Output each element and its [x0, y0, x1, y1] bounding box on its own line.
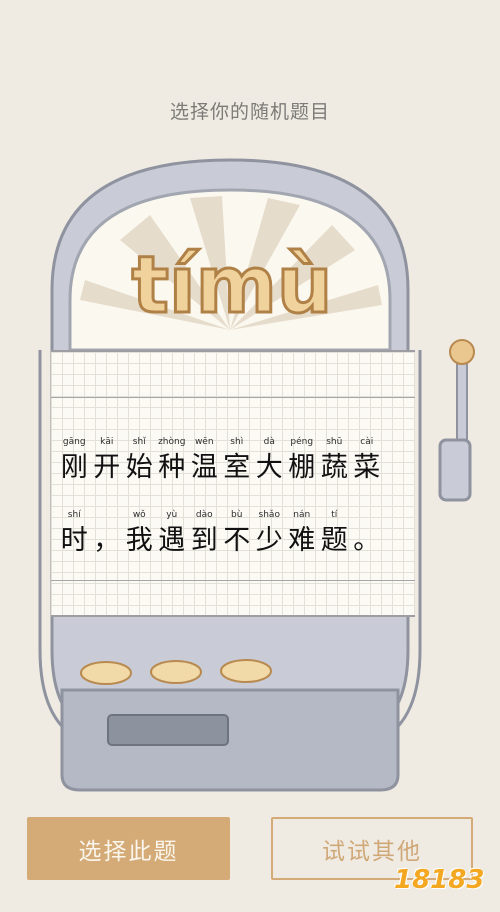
coin-tray: [107, 714, 229, 746]
choose-question-button[interactable]: 选择此题: [27, 817, 230, 880]
coin-3: [220, 659, 272, 683]
hanzi-cell: ，: [91, 510, 124, 558]
hanzi-cell: wēn 温: [188, 437, 221, 485]
hanzi-cell: péng 棚: [286, 437, 319, 485]
hanzi: 棚: [288, 452, 316, 483]
lever-knob: [449, 339, 475, 365]
pinyin: shì: [230, 437, 244, 447]
hanzi: 难: [288, 525, 316, 556]
pinyin: [91, 510, 124, 524]
pinyin: yù: [166, 510, 178, 520]
hanzi-cell: nán 难: [286, 510, 319, 558]
pinyin: wēn: [194, 437, 214, 447]
pinyin: péng: [290, 437, 314, 447]
watermark-logo: 18183: [394, 865, 485, 895]
pinyin: shǎo: [258, 510, 280, 520]
hanzi-cell: dào 到: [188, 510, 221, 558]
pinyin: kāi: [100, 437, 114, 447]
hanzi-cell: dà 大: [253, 437, 286, 485]
pinyin: shǐ: [132, 437, 146, 447]
hanzi: 遇: [158, 525, 186, 556]
hanzi-cell: 。: [351, 510, 384, 558]
hanzi: 大: [255, 452, 283, 483]
coin-1: [80, 661, 132, 685]
lever-mount: [438, 438, 472, 502]
hanzi: 我: [125, 525, 153, 556]
hanzi: 菜: [353, 452, 381, 483]
pinyin: bù: [231, 510, 243, 520]
hanzi-cell: tí 题: [318, 510, 351, 558]
hanzi: 蔬: [320, 452, 348, 483]
hanzi: 少: [255, 525, 283, 556]
machine-logo: tímù: [132, 241, 333, 331]
pinyin: zhòng: [158, 437, 186, 447]
hanzi-cell: shǐ 始: [123, 437, 156, 485]
hanzi: ，: [93, 525, 121, 556]
hanzi: 不: [223, 525, 251, 556]
hanzi-cell: bù 不: [221, 510, 254, 558]
hanzi-cell: kāi 开: [91, 437, 124, 485]
pinyin: shí: [67, 510, 81, 520]
hanzi: 温: [190, 452, 218, 483]
pinyin: cài: [360, 437, 374, 447]
hanzi: 到: [190, 525, 218, 556]
hanzi: 时: [60, 525, 88, 556]
hanzi: 刚: [60, 452, 88, 483]
pinyin: dà: [263, 437, 275, 447]
hanzi: 题: [320, 525, 348, 556]
pinyin: tí: [331, 510, 338, 520]
hanzi-cell: shū 蔬: [318, 437, 351, 485]
pinyin: gāng: [62, 437, 86, 447]
hanzi: 。: [353, 525, 381, 556]
pinyin: dào: [195, 510, 213, 520]
question-line-2: shí 时， wǒ 我 yù 遇 dào 到 bù 不 shǎo 少 nán 难 tí 题。: [58, 510, 383, 558]
hanzi: 室: [223, 452, 251, 483]
hanzi: 始: [125, 452, 153, 483]
hanzi-cell: yù 遇: [156, 510, 189, 558]
hanzi-cell: shì 室: [221, 437, 254, 485]
pinyin: wǒ: [132, 510, 146, 520]
pinyin: nán: [293, 510, 311, 520]
hanzi-cell: cài 菜: [351, 437, 384, 485]
hanzi: 开: [93, 452, 121, 483]
hanzi-cell: shǎo 少: [253, 510, 286, 558]
pinyin: shū: [326, 437, 343, 447]
hanzi-cell: zhòng 种: [156, 437, 189, 485]
coin-2: [150, 660, 202, 684]
hanzi: 种: [158, 452, 186, 483]
hanzi-cell: wǒ 我: [123, 510, 156, 558]
question-line-1: gāng 刚 kāi 开 shǐ 始 zhòng 种 wēn 温 shì 室 dà 大 péng 棚 shū 蔬 c…: [58, 437, 383, 485]
hanzi-cell: shí 时: [58, 510, 91, 558]
hanzi-cell: gāng 刚: [58, 437, 91, 485]
pinyin: [351, 510, 384, 524]
